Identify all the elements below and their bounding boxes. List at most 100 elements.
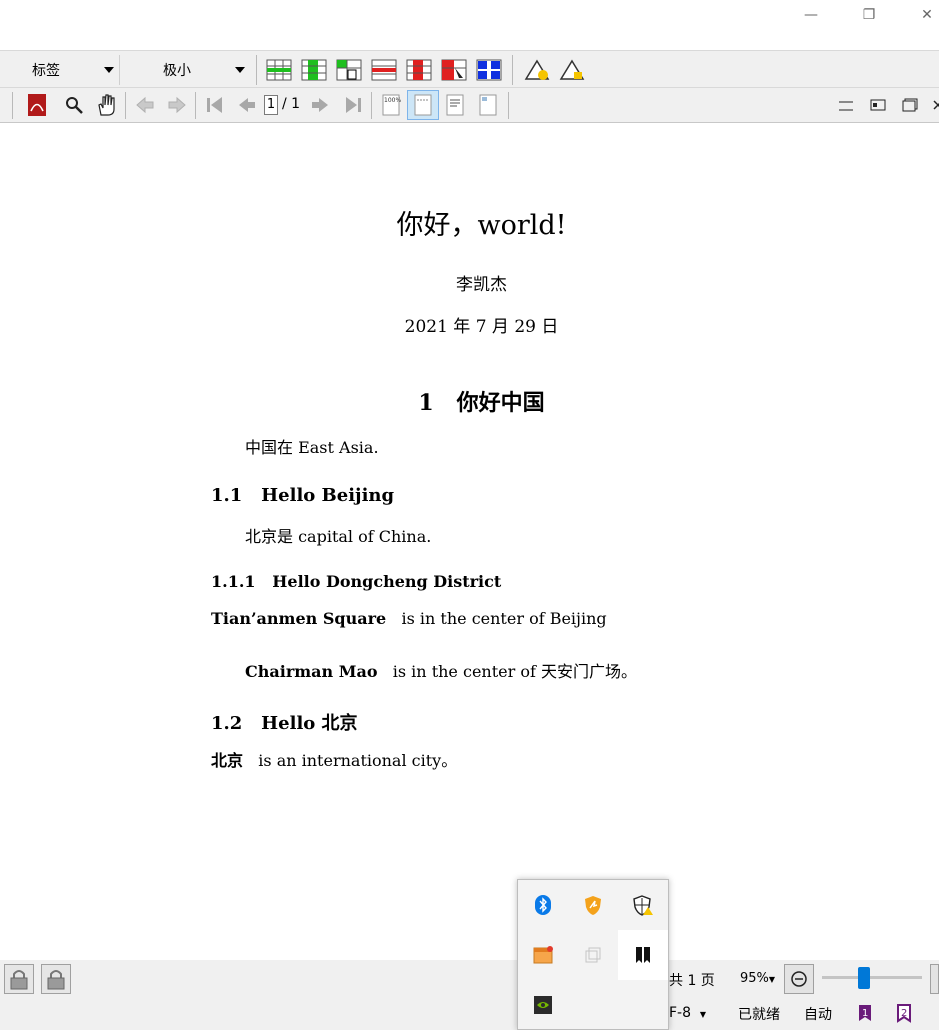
fit-width-icon[interactable] (407, 90, 439, 120)
chevron-down-icon: ▼ (768, 975, 776, 984)
status-bar: 共 1 页 95%▼ F-8 ▼ 已就绪 自动 1 2 (0, 960, 939, 1030)
subsection-title: Hello 北京 (261, 713, 358, 734)
minimize-panel-icon[interactable] (832, 91, 860, 119)
insert-column-green-icon[interactable] (300, 56, 328, 84)
ready-status: 已就绪 (738, 1007, 780, 1023)
bookmark-purple-2-icon[interactable]: 2 (892, 1000, 916, 1026)
lock-icon (47, 970, 65, 990)
prev-page-icon[interactable] (233, 91, 261, 119)
font-size-select-value: 极小 (163, 63, 191, 79)
paragraph-text: is in the center of Beijing (401, 609, 607, 628)
last-page-icon[interactable] (339, 91, 367, 119)
system-tray-flyout (517, 879, 669, 1030)
zoom-100-icon[interactable]: 100% (377, 91, 405, 119)
tag-select-value: 标签 (32, 63, 60, 79)
insert-cell-icon[interactable] (335, 56, 363, 84)
subparagraph-text: is in the center of 天安门广场。 (392, 662, 637, 681)
warning-outline-icon[interactable] (558, 56, 586, 84)
subsubsection-title: Hello Dongcheng District (272, 572, 502, 591)
pdf-icon[interactable] (23, 91, 51, 119)
nvidia-icon[interactable] (518, 980, 568, 1030)
chevron-down-icon: ▼ (699, 1010, 707, 1019)
close-button[interactable]: ✕ (904, 0, 939, 30)
next-page-icon[interactable] (306, 91, 334, 119)
insert-row-green-icon[interactable] (265, 56, 293, 84)
bluetooth-icon[interactable] (518, 880, 568, 930)
subparagraph: Chairman Mao is in the center of 天安门广场。 (245, 658, 637, 682)
svg-text:2: 2 (901, 1008, 907, 1019)
delete-cell-icon[interactable] (440, 56, 468, 84)
continuous-icon[interactable] (474, 91, 502, 119)
doc-author: 李凯杰 (456, 275, 507, 295)
paragraph: 北京是 capital of China. (245, 527, 432, 546)
toolbar-separator (508, 92, 509, 119)
paragraph: 北京 is an international city。 (211, 747, 457, 771)
svg-text:1: 1 (862, 1008, 868, 1019)
section-title: 你好中国 (456, 390, 545, 416)
subsubsection-number: 1.1.1 (211, 572, 256, 591)
subsubsection-heading: 1.1.1 Hello Dongcheng District (211, 572, 501, 591)
zoom-value: 95% (740, 971, 769, 986)
toolbar-separator (12, 92, 13, 119)
mode-status[interactable]: 自动 (804, 1004, 832, 1024)
doc-date: 2021 年 7 月 29 日 (404, 317, 559, 337)
hand-icon[interactable] (92, 91, 120, 119)
warning-icon[interactable] (523, 56, 551, 84)
search-icon[interactable] (60, 91, 88, 119)
page-total: / 1 (282, 96, 301, 112)
app-window-icon[interactable] (518, 930, 568, 980)
section-number: 1 (418, 390, 434, 416)
forward-icon[interactable] (163, 91, 191, 119)
paragraph-heading: 北京 (211, 751, 244, 770)
title-bar: — ❐ ✕ (0, 0, 939, 50)
encoding-value: F-8 (669, 1005, 692, 1021)
subsection-title: Hello Beijing (261, 485, 395, 506)
defender-warning-icon[interactable] (618, 880, 668, 930)
svg-text:100%: 100% (384, 97, 401, 104)
subparagraph-heading: Chairman Mao (245, 662, 378, 681)
fit-page-icon[interactable] (441, 91, 469, 119)
maximize-button[interactable]: ❐ (846, 0, 892, 30)
close-panel-icon[interactable] (928, 91, 939, 119)
maximize-panel-icon[interactable] (896, 91, 924, 119)
copy-icon[interactable] (568, 930, 618, 980)
zoom-out-button[interactable] (784, 964, 814, 994)
lock-right-button[interactable] (41, 964, 71, 994)
document-page: 你好，world! 李凯杰 2021 年 7 月 29 日 1 你好中国 中国在… (0, 123, 939, 960)
first-page-icon[interactable] (201, 91, 229, 119)
lock-icon (10, 970, 28, 990)
restore-panel-icon[interactable] (864, 91, 892, 119)
section-heading: 1 你好中国 (0, 385, 939, 417)
zoom-slider-track[interactable] (822, 976, 922, 979)
doc-title: 你好，world! (396, 210, 567, 241)
encoding-select[interactable]: F-8 ▼ (669, 1005, 706, 1021)
merge-cells-blue-icon[interactable] (475, 56, 503, 84)
zoom-out-icon (791, 971, 807, 987)
toolbar-separator (195, 92, 196, 119)
viewer-toolbar: 1 / 1 100% (0, 88, 939, 123)
toolbar-separator (512, 55, 513, 85)
paragraph: 中国在 East Asia. (245, 438, 379, 457)
chevron-down-icon (104, 67, 114, 73)
toolbar-separator (125, 92, 126, 119)
zoom-in-button[interactable] (930, 964, 939, 994)
subsection-heading: 1.1 Hello Beijing (211, 485, 394, 506)
chevron-down-icon (235, 67, 245, 73)
subsection-number: 1.2 (211, 713, 243, 734)
font-size-select[interactable]: 极小 (121, 55, 251, 85)
security-shield-icon[interactable] (568, 880, 618, 930)
bookmark-app-icon[interactable] (618, 930, 668, 980)
bookmark-purple-icon[interactable]: 1 (853, 1000, 877, 1026)
delete-column-red-icon[interactable] (405, 56, 433, 84)
lock-left-button[interactable] (4, 964, 34, 994)
delete-row-red-icon[interactable] (370, 56, 398, 84)
back-icon[interactable] (131, 91, 159, 119)
zoom-select[interactable]: 95%▼ (740, 971, 775, 986)
minimize-button[interactable]: — (788, 0, 834, 30)
toolbar-separator (371, 92, 372, 119)
paragraph-heading: Tian’anmen Square (211, 609, 387, 628)
zoom-slider-thumb[interactable] (858, 967, 870, 989)
page-number-input[interactable]: 1 (264, 95, 278, 115)
tag-select[interactable]: 标签 (0, 55, 120, 85)
subsection-number: 1.1 (211, 485, 243, 506)
